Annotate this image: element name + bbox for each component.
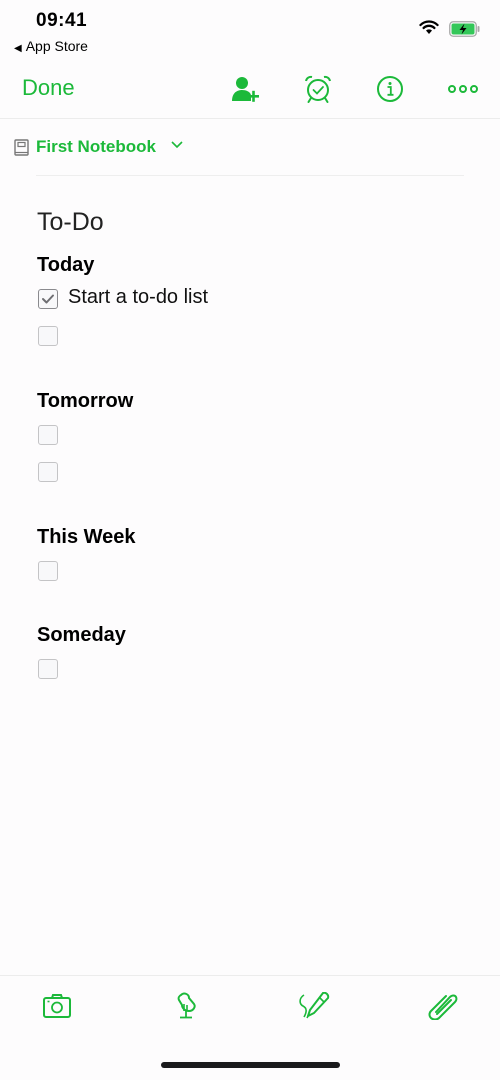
more-icon	[448, 85, 478, 93]
todo-checkbox[interactable]	[38, 561, 58, 581]
note-info-button[interactable]	[372, 72, 408, 106]
status-bar: 09:41 ◀ App Store	[0, 0, 500, 60]
wifi-icon	[419, 20, 439, 34]
share-user-button[interactable]	[228, 72, 264, 106]
notebook-selector[interactable]: First Notebook	[0, 134, 500, 164]
audio-record-button[interactable]	[169, 990, 203, 1022]
attachment-icon	[428, 994, 458, 1020]
notebook-icon	[14, 139, 29, 156]
microphone-icon	[177, 992, 196, 1019]
note-toolbar: Done	[0, 64, 500, 119]
checkmark-icon	[42, 294, 54, 304]
todo-checkbox[interactable]	[38, 462, 58, 482]
camera-icon	[43, 994, 71, 1018]
note-title[interactable]: To-Do	[37, 208, 104, 237]
todo-checkbox-checked[interactable]	[38, 289, 58, 309]
back-to-app-link[interactable]: ◀ App Store	[14, 38, 88, 54]
battery-charging-icon	[449, 21, 480, 37]
section-heading-tomorrow: Tomorrow	[37, 390, 134, 412]
info-icon	[377, 76, 403, 102]
reminder-button[interactable]	[300, 72, 336, 106]
back-app-label: App Store	[25, 38, 88, 54]
more-options-button[interactable]	[445, 72, 481, 106]
todo-checkbox[interactable]	[38, 425, 58, 445]
camera-button[interactable]	[40, 990, 74, 1022]
home-indicator[interactable]	[161, 1062, 340, 1068]
sketch-button[interactable]	[297, 990, 331, 1022]
done-button[interactable]: Done	[22, 75, 75, 101]
status-time: 09:41	[36, 10, 88, 31]
attachment-button[interactable]	[426, 990, 460, 1022]
todo-item-text[interactable]: Start a to-do list	[68, 286, 208, 309]
sketch-pen-icon	[299, 992, 330, 1019]
header-divider	[36, 175, 464, 176]
reminder-alarm-icon	[305, 75, 331, 103]
share-user-icon	[232, 77, 259, 102]
todo-checkbox[interactable]	[38, 659, 58, 679]
section-heading-this-week: This Week	[37, 526, 136, 548]
chevron-down-icon	[171, 141, 183, 149]
section-heading-someday: Someday	[37, 624, 126, 646]
bottom-toolbar	[0, 975, 500, 1036]
notebook-name[interactable]: First Notebook	[36, 137, 156, 157]
back-arrow-icon: ◀	[14, 43, 22, 54]
section-heading-today: Today	[37, 254, 95, 276]
todo-checkbox[interactable]	[38, 326, 58, 346]
